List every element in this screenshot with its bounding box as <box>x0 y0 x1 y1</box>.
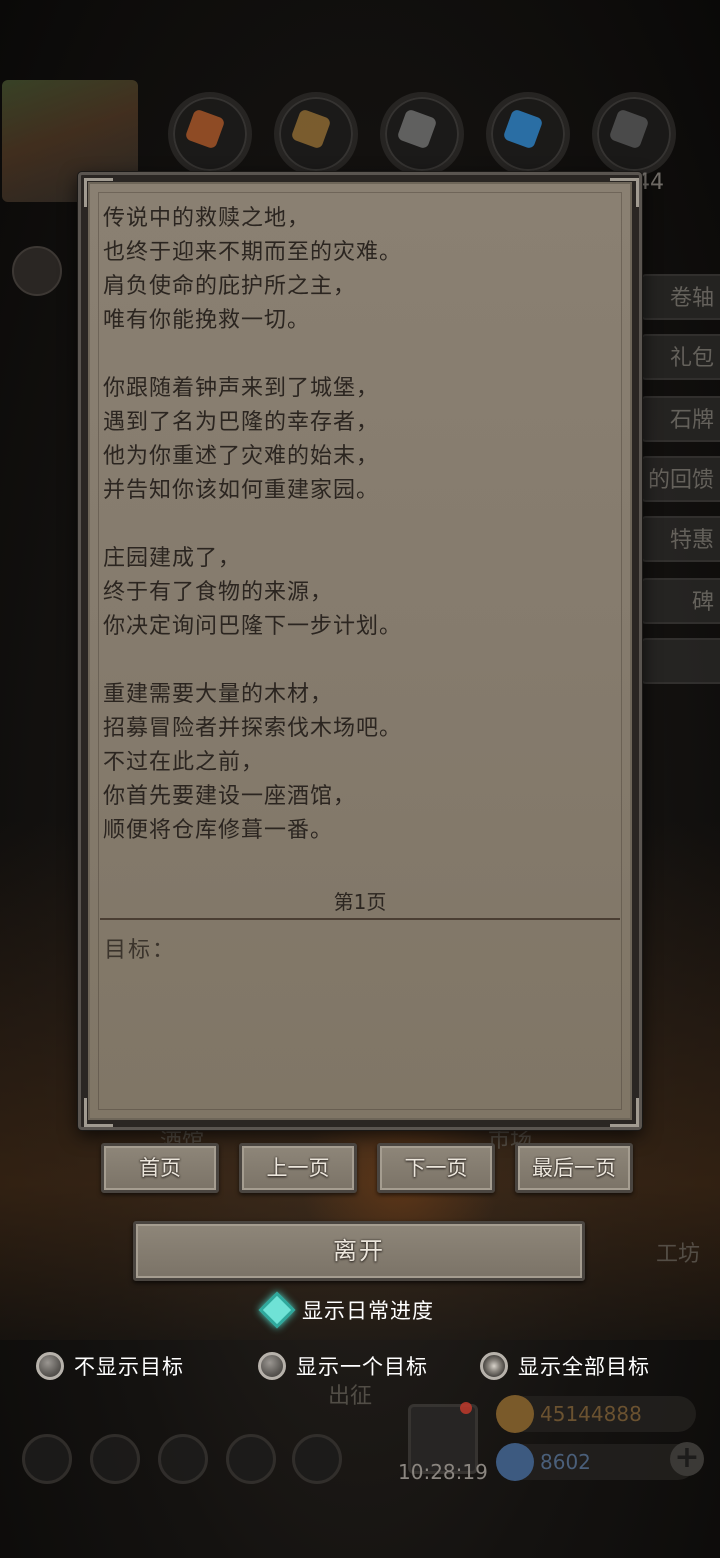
radio-label: 不显示目标 <box>74 1355 184 1379</box>
side-button-sale[interactable]: 特惠 <box>640 516 720 562</box>
story-line: 重建需要大量的木材， <box>103 682 334 707</box>
radio-label: 显示一个目标 <box>296 1355 428 1379</box>
corner-ornament <box>610 1098 639 1127</box>
story-line: 他为你重述了灾难的始末， <box>103 444 380 469</box>
radio-selected-icon <box>480 1352 508 1380</box>
story-text: 传说中的救赎之地， 也终于迎来不期而至的灾难。 肩负使命的庇护所之主， 唯有你能… <box>103 202 613 882</box>
radio-hide-goals[interactable]: 不显示目标 <box>36 1348 184 1384</box>
side-button-monument[interactable]: 碑 <box>640 578 720 624</box>
next-page-button[interactable]: 下一页 <box>377 1143 495 1193</box>
radio-show-all-goals[interactable]: 显示全部目标 <box>480 1348 650 1384</box>
mail-icon[interactable] <box>226 1434 276 1484</box>
radio-icon <box>36 1352 64 1380</box>
side-button-gift[interactable]: 礼包 <box>640 334 720 380</box>
corner-ornament <box>84 1098 113 1127</box>
leave-button[interactable]: 离开 <box>133 1221 585 1281</box>
story-line: 终于有了食物的来源， <box>103 580 334 605</box>
story-line: 并告知你该如何重建家园。 <box>103 478 380 503</box>
story-line: 肩负使命的庇护所之主， <box>103 274 357 299</box>
story-line: 招募冒险者并探索伐木场吧。 <box>103 716 403 741</box>
hero-icon[interactable] <box>90 1434 140 1484</box>
story-line: 你决定询问巴隆下一步计划。 <box>103 614 403 639</box>
story-paragraph: 重建需要大量的木材， 招募冒险者并探索伐木场吧。 不过在此之前， 你首先要建设一… <box>103 678 613 848</box>
book-icon[interactable] <box>158 1434 208 1484</box>
daily-progress-label: 显示日常进度 <box>302 1299 434 1323</box>
story-line: 不过在此之前， <box>103 750 265 775</box>
game-clock: 10:28:19 <box>398 1460 488 1484</box>
wood-resource-icon[interactable] <box>274 92 358 176</box>
blue-gem-icon <box>496 1443 534 1481</box>
workshop-label: 工坊 <box>656 1242 701 1267</box>
story-paragraph: 庄园建成了， 终于有了食物的来源， 你决定询问巴隆下一步计划。 <box>103 542 613 644</box>
side-button-collapse[interactable] <box>640 638 720 684</box>
corner-ornament <box>610 178 639 207</box>
side-button-reward[interactable]: 的回馈 <box>640 456 720 502</box>
radio-label: 显示全部目标 <box>518 1355 650 1379</box>
stone-resource-icon[interactable] <box>380 92 464 176</box>
settings-icon[interactable] <box>22 1434 72 1484</box>
meat-resource-icon[interactable] <box>168 92 252 176</box>
iron-resource-icon[interactable] <box>592 92 676 176</box>
gem-amount: 8602 <box>540 1450 591 1474</box>
prev-page-button[interactable]: 上一页 <box>239 1143 357 1193</box>
add-currency-icon[interactable]: + <box>670 1442 704 1476</box>
notification-dot <box>460 1402 472 1414</box>
gold-amount: 45144888 <box>540 1402 642 1426</box>
story-line: 也终于迎来不期而至的灾难。 <box>103 240 403 265</box>
story-line: 你跟随着钟声来到了城堡， <box>103 376 380 401</box>
last-page-button[interactable]: 最后一页 <box>515 1143 633 1193</box>
goal-label: 目标： <box>104 938 177 963</box>
first-page-button[interactable]: 首页 <box>101 1143 219 1193</box>
side-button-tablet[interactable]: 石牌 <box>640 396 720 442</box>
story-line: 遇到了名为巴隆的幸存者， <box>103 410 380 435</box>
side-button-scroll[interactable]: 卷轴 <box>640 274 720 320</box>
divider <box>100 918 620 920</box>
story-line: 唯有你能挽救一切。 <box>103 308 311 333</box>
gold-coin-icon <box>496 1395 534 1433</box>
story-line: 顺便将仓库修葺一番。 <box>103 818 334 843</box>
daily-progress-toggle[interactable]: 显示日常进度 <box>258 1290 434 1330</box>
page-number: 第1页 <box>333 890 387 914</box>
crystal-resource-icon[interactable] <box>486 92 570 176</box>
radio-icon <box>258 1352 286 1380</box>
story-paragraph: 你跟随着钟声来到了城堡， 遇到了名为巴隆的幸存者， 他为你重述了灾难的始末， 并… <box>103 372 613 508</box>
radio-show-one-goal[interactable]: 显示一个目标 <box>258 1348 428 1384</box>
story-paragraph: 传说中的救赎之地， 也终于迎来不期而至的灾难。 肩负使命的庇护所之主， 唯有你能… <box>103 202 613 338</box>
scroll-icon[interactable] <box>12 246 62 296</box>
story-line: 传说中的救赎之地， <box>103 206 311 231</box>
story-line: 庄园建成了， <box>103 546 242 571</box>
diamond-check-icon <box>258 1291 296 1329</box>
quest-icon[interactable] <box>292 1434 342 1484</box>
story-line: 你首先要建设一座酒馆， <box>103 784 357 809</box>
